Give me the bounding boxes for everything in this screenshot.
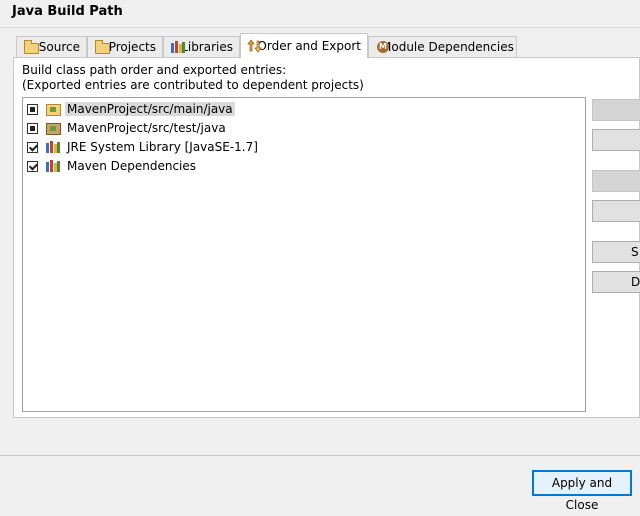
projects-folder-icon: [94, 40, 110, 54]
apply-and-close-button[interactable]: Apply and Close: [532, 470, 632, 512]
tab-module-dependencies[interactable]: M Module Dependencies: [368, 36, 517, 57]
panel-description: Build class path order and exported entr…: [22, 63, 364, 93]
tab-libraries-label: Libraries: [181, 40, 233, 54]
list-item-src-main[interactable]: MavenProject/src/main/java: [27, 100, 235, 118]
list-item-jre-library[interactable]: JRE System Library [JavaSE-1.7]: [27, 138, 260, 156]
tab-source[interactable]: Source: [16, 36, 87, 57]
title-divider: [0, 27, 640, 28]
entry-label: MavenProject/src/test/java: [67, 121, 226, 135]
entry-label: Maven Dependencies: [67, 159, 197, 173]
down-button[interactable]: [592, 129, 640, 151]
footer-divider: [0, 455, 640, 456]
dialog-title: Java Build Path: [12, 4, 123, 19]
tab-source-label: Source: [38, 40, 80, 54]
export-checkbox[interactable]: [27, 103, 38, 115]
export-checkbox[interactable]: [27, 141, 38, 153]
tab-libraries[interactable]: Libraries: [163, 36, 240, 57]
tab-order-and-export[interactable]: Order and Export: [240, 33, 368, 58]
order-export-icon: [247, 39, 262, 53]
top-button[interactable]: [592, 170, 640, 192]
tab-order-label: Order and Export: [257, 39, 361, 53]
deselect-all-button[interactable]: D: [592, 271, 640, 293]
libraries-icon: [170, 40, 185, 54]
source-folder-icon: [45, 121, 61, 135]
export-checkbox[interactable]: [27, 160, 38, 172]
library-icon: [45, 140, 61, 154]
export-checkbox[interactable]: [27, 122, 38, 134]
bottom-button[interactable]: [592, 200, 640, 222]
description-line-2: (Exported entries are contributed to dep…: [22, 78, 364, 92]
tab-module-label: Module Dependencies: [381, 40, 514, 54]
list-item-src-test[interactable]: MavenProject/src/test/java: [27, 119, 228, 137]
description-line-1: Build class path order and exported entr…: [22, 63, 287, 77]
library-icon: [45, 159, 61, 173]
entry-label: JRE System Library [JavaSE-1.7]: [67, 140, 258, 154]
up-button[interactable]: [592, 99, 640, 121]
list-item-maven-dependencies[interactable]: Maven Dependencies: [27, 157, 198, 175]
tab-projects[interactable]: Projects: [87, 36, 163, 57]
source-folder-icon: [23, 40, 39, 54]
entry-label: MavenProject/src/main/java: [65, 102, 235, 116]
classpath-entries-list[interactable]: MavenProject/src/main/java MavenProject/…: [22, 97, 586, 412]
select-all-button[interactable]: S: [592, 241, 640, 263]
tab-projects-label: Projects: [108, 40, 156, 54]
source-folder-icon: [45, 102, 61, 116]
